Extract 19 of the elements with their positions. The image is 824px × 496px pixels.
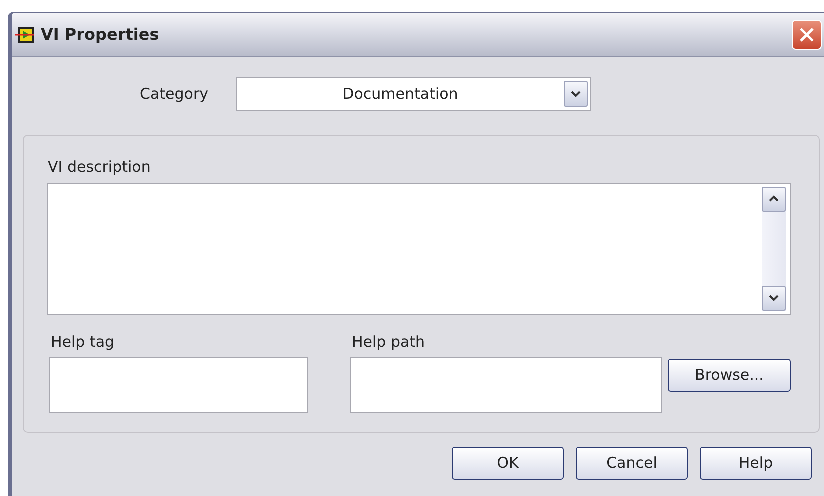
description-field[interactable] <box>47 182 791 314</box>
scrollbar[interactable] <box>762 186 786 310</box>
help-path-label: Help path <box>352 332 426 352</box>
scroll-down-button[interactable] <box>762 286 786 310</box>
help-path-field[interactable] <box>350 357 662 413</box>
app-icon <box>15 26 35 42</box>
ok-button[interactable]: OK <box>452 447 564 480</box>
close-icon <box>799 26 815 42</box>
close-button[interactable] <box>792 20 822 50</box>
scroll-up-button[interactable] <box>762 186 786 212</box>
category-dropdown[interactable]: Documentation <box>236 77 591 111</box>
description-label: VI description <box>48 157 152 178</box>
category-label: Category <box>140 84 210 105</box>
browse-button[interactable]: Browse... <box>668 359 791 392</box>
help-tag-field[interactable] <box>49 357 308 413</box>
cancel-button[interactable]: Cancel <box>576 447 688 480</box>
window-title: VI Properties <box>41 24 160 46</box>
help-button[interactable]: Help <box>700 447 812 480</box>
help-tag-label: Help tag <box>51 332 116 352</box>
